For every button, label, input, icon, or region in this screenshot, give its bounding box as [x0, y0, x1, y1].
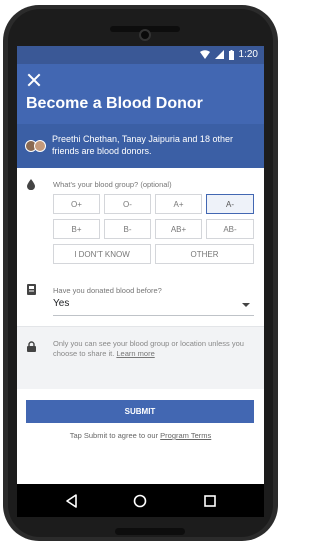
front-camera [139, 29, 151, 41]
recents-icon[interactable] [202, 493, 218, 509]
terms-prefix: Tap Submit to agree to our [69, 431, 159, 440]
friend-avatars [25, 139, 47, 153]
option-ab-positive[interactable]: AB+ [155, 219, 202, 239]
donor-card-icon [27, 284, 36, 295]
option-other[interactable]: OTHER [155, 244, 254, 264]
wifi-icon [199, 50, 210, 59]
privacy-text: Only you can see your blood group or loc… [53, 339, 253, 359]
bottom-speaker [115, 528, 185, 535]
privacy-note: Only you can see your blood group or loc… [17, 326, 264, 389]
home-icon[interactable] [132, 493, 148, 509]
avatar [34, 140, 46, 152]
close-icon[interactable] [26, 72, 42, 88]
friends-donors-text: Preethi Chethan, Tanay Jaipuria and 18 o… [52, 134, 233, 156]
terms-note: Tap Submit to agree to our Program Terms [17, 431, 264, 440]
option-b-negative[interactable]: B- [104, 219, 151, 239]
status-icons: 1:20 [199, 49, 258, 60]
option-a-positive[interactable]: A+ [155, 194, 202, 214]
lock-icon [27, 341, 36, 352]
option-a-negative[interactable]: A- [206, 194, 254, 214]
screen: 1:20 Become a Blood Donor Preethi Chetha… [17, 46, 264, 484]
learn-more-link[interactable]: Learn more [116, 349, 154, 358]
submit-button[interactable]: SUBMIT [26, 400, 254, 423]
donated-select-value: Yes [53, 298, 70, 309]
option-dont-know[interactable]: I DON'T KNOW [53, 244, 151, 264]
battery-icon [228, 49, 234, 60]
program-terms-link[interactable]: Program Terms [160, 431, 211, 440]
option-b-positive[interactable]: B+ [53, 219, 100, 239]
option-o-positive[interactable]: O+ [53, 194, 100, 214]
back-icon[interactable] [64, 493, 80, 509]
caret-down-icon [242, 303, 250, 307]
donated-question: Have you donated blood before? [53, 286, 162, 295]
page-title: Become a Blood Donor [26, 95, 203, 112]
page-header: Become a Blood Donor Preethi Chethan, Ta… [17, 64, 264, 168]
donated-select[interactable]: Yes [53, 296, 254, 316]
blood-group-question: What's your blood group? (optional) [53, 180, 172, 189]
status-bar: 1:20 [17, 46, 264, 64]
option-ab-negative[interactable]: AB- [206, 219, 254, 239]
android-nav-bar [17, 484, 264, 517]
status-time: 1:20 [238, 49, 258, 60]
cellular-signal-icon [214, 50, 224, 59]
blood-drop-icon [27, 179, 35, 190]
option-o-negative[interactable]: O- [104, 194, 151, 214]
friends-banner: Preethi Chethan, Tanay Jaipuria and 18 o… [17, 124, 264, 168]
